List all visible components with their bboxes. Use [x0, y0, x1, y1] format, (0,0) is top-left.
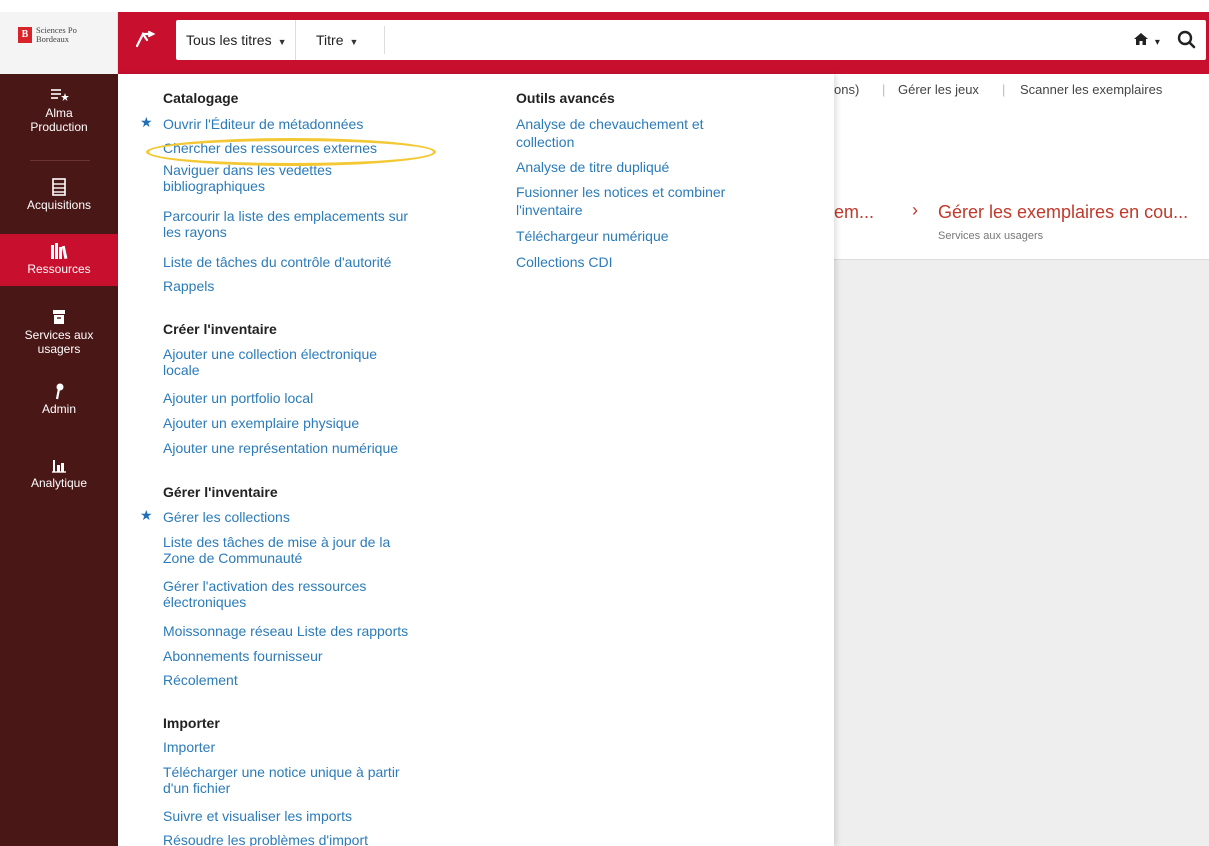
caret-down-icon: ▼: [349, 37, 359, 47]
menu-link-parcourir-emplacements-cont[interactable]: les rayons: [163, 224, 227, 240]
section-title-importer: Importer: [163, 715, 220, 731]
archive-box-icon: [53, 310, 65, 324]
institution-logo[interactable]: B Sciences Po Bordeaux: [18, 26, 77, 44]
top-bar: B Sciences Po Bordeaux Tous les titres ▼ …: [0, 0, 1209, 74]
sidebar-item-label: Services aux: [24, 328, 94, 342]
divider: [384, 26, 385, 54]
sidebar-item-label: Production: [30, 120, 88, 134]
sidebar-item-label: Admin: [41, 402, 76, 416]
menu-link-rappels[interactable]: Rappels: [163, 278, 214, 294]
menu-link-resoudre-problemes-import[interactable]: Résoudre les problèmes d'import: [163, 832, 368, 846]
menu-link-recolement[interactable]: Récolement: [163, 672, 238, 688]
section-title-creer-inventaire: Créer l'inventaire: [163, 321, 277, 337]
menu-link-taches-zone-communaute[interactable]: Liste des tâches de mise à jour de la: [163, 534, 390, 550]
quick-links-card: em... › Gérer les exemplaires en cou... …: [834, 186, 1209, 260]
menu-link-ajouter-collection-electronique-cont[interactable]: locale: [163, 362, 200, 378]
menu-link-ajouter-collection-electronique[interactable]: Ajouter une collection électronique: [163, 346, 377, 362]
quick-link-truncated[interactable]: em...: [834, 202, 874, 223]
sidebar-item-label: Ressources: [27, 262, 91, 276]
sidebar-item-alma-production[interactable]: Alma Production: [0, 86, 118, 134]
main-sidebar: Alma Production Acquisitions Ressources …: [0, 74, 118, 846]
search-icon: [1177, 30, 1196, 49]
home-icon: [1134, 32, 1152, 48]
list-star-icon: [51, 89, 69, 101]
quick-link-subtitle: Services aux usagers: [938, 230, 1044, 242]
page-actions-bar: ons) | Gérer les jeux | Scanner les exem…: [834, 74, 1209, 104]
sidebar-item-label: Acquisitions: [26, 198, 92, 212]
menu-link-telecharger-notice-cont[interactable]: d'un fichier: [163, 780, 230, 796]
logo-line-2: Bordeaux: [36, 34, 70, 44]
menu-link-titre-duplique[interactable]: Analyse de titre dupliqué: [516, 159, 669, 175]
search-scope-dropdown[interactable]: Tous les titres ▼: [186, 20, 296, 60]
wrench-icon: [55, 383, 64, 400]
menu-link-ajouter-exemplaire-physique[interactable]: Ajouter un exemplaire physique: [163, 415, 359, 431]
menu-link-ajouter-representation-numerique[interactable]: Ajouter une représentation numérique: [163, 440, 398, 456]
home-dropdown-button[interactable]: ▾: [1134, 20, 1160, 60]
menu-link-analyse-chevauchement[interactable]: Analyse de chevauchement et: [516, 116, 704, 132]
menu-link-naviguer-vedettes-cont[interactable]: bibliographiques: [163, 178, 265, 194]
books-icon: [51, 243, 68, 260]
search-field-label: Titre: [316, 32, 344, 48]
bar-chart-icon: [52, 460, 66, 473]
caret-down-icon: ▼: [277, 37, 287, 47]
menu-link-collections-cdi[interactable]: Collections CDI: [516, 254, 612, 270]
section-title-catalogage: Catalogage: [163, 90, 239, 106]
menu-link-telecharger-notice[interactable]: Télécharger une notice unique à partir: [163, 764, 400, 780]
menu-link-activation-ressources-cont[interactable]: électroniques: [163, 594, 246, 610]
search-button[interactable]: [1170, 20, 1204, 60]
sidebar-item-label: Analytique: [30, 476, 88, 490]
logo-mark: B: [18, 27, 32, 43]
search-field-dropdown[interactable]: Titre ▼: [316, 20, 358, 60]
menu-link-importer[interactable]: Importer: [163, 739, 215, 755]
action-link-scanner[interactable]: Scanner les exemplaires: [1020, 82, 1162, 97]
menu-link-chercher-ressources-externes[interactable]: Chercher des ressources externes: [163, 140, 377, 156]
menu-link-naviguer-vedettes[interactable]: Naviguer dans les vedettes: [163, 162, 332, 178]
separator: |: [1002, 82, 1006, 97]
menu-link-parcourir-emplacements[interactable]: Parcourir la liste des emplacements sur: [163, 208, 408, 224]
menu-link-analyse-chevauchement-cont[interactable]: collection: [516, 134, 574, 150]
sidebar-item-acquisitions[interactable]: Acquisitions: [0, 178, 118, 212]
separator: |: [882, 82, 886, 97]
search-bar-area: Tous les titres ▼ Titre ▼ ▾: [118, 12, 1209, 74]
logo-area: B Sciences Po Bordeaux: [0, 12, 118, 74]
menu-link-taches-zone-communaute-cont[interactable]: Zone de Communauté: [163, 550, 302, 566]
chevron-right-icon: ›: [912, 200, 918, 220]
sidebar-item-services-usagers[interactable]: Services aux usagers: [0, 308, 118, 356]
sidebar-item-admin[interactable]: Admin: [0, 382, 118, 416]
sidebar-item-label: Alma: [45, 106, 73, 120]
star-icon[interactable]: ★: [140, 114, 153, 131]
caret-down-icon: ▾: [1154, 37, 1160, 48]
action-link[interactable]: ons): [834, 82, 859, 97]
search-input[interactable]: [388, 24, 1108, 56]
menu-link-ajouter-portfolio[interactable]: Ajouter un portfolio local: [163, 390, 313, 406]
menu-link-moissonnage-rapports[interactable]: Moissonnage réseau Liste des rapports: [163, 623, 408, 639]
search-scope-label: Tous les titres: [186, 32, 272, 48]
sidebar-item-analytique[interactable]: Analytique: [0, 456, 118, 490]
alma-menu-icon[interactable]: [132, 26, 158, 52]
action-link-gerer-jeux[interactable]: Gérer les jeux: [898, 82, 979, 97]
menu-link-telechargeur-numerique[interactable]: Téléchargeur numérique: [516, 228, 669, 244]
menu-link-controle-autorite[interactable]: Liste de tâches du contrôle d'autorité: [163, 254, 391, 270]
menu-link-editeur-metadonnees[interactable]: Ouvrir l'Éditeur de métadonnées: [163, 116, 363, 132]
page-header-area: [834, 104, 1209, 186]
section-title-gerer-inventaire: Gérer l'inventaire: [163, 484, 278, 500]
ledger-icon: [52, 178, 66, 196]
sidebar-divider: [30, 160, 90, 161]
menu-link-fusionner-notices-cont[interactable]: l'inventaire: [516, 202, 583, 218]
star-icon[interactable]: ★: [140, 507, 153, 524]
menu-link-gerer-collections[interactable]: Gérer les collections: [163, 509, 290, 525]
resources-mega-menu: Catalogage ★ Ouvrir l'Éditeur de métadon…: [118, 74, 834, 846]
menu-link-abonnements-fournisseur[interactable]: Abonnements fournisseur: [163, 648, 323, 664]
menu-link-suivre-imports[interactable]: Suivre et visualiser les imports: [163, 808, 352, 824]
sidebar-item-ressources[interactable]: Ressources: [0, 234, 118, 286]
section-title-outils-avances: Outils avancés: [516, 90, 615, 106]
menu-link-fusionner-notices[interactable]: Fusionner les notices et combiner: [516, 184, 725, 200]
sidebar-item-label: usagers: [37, 342, 81, 356]
menu-link-activation-ressources[interactable]: Gérer l'activation des ressources: [163, 578, 366, 594]
quick-link-gerer-exemplaires[interactable]: Gérer les exemplaires en cou...: [938, 202, 1188, 223]
search-box: Tous les titres ▼ Titre ▼ ▾: [176, 20, 1206, 60]
